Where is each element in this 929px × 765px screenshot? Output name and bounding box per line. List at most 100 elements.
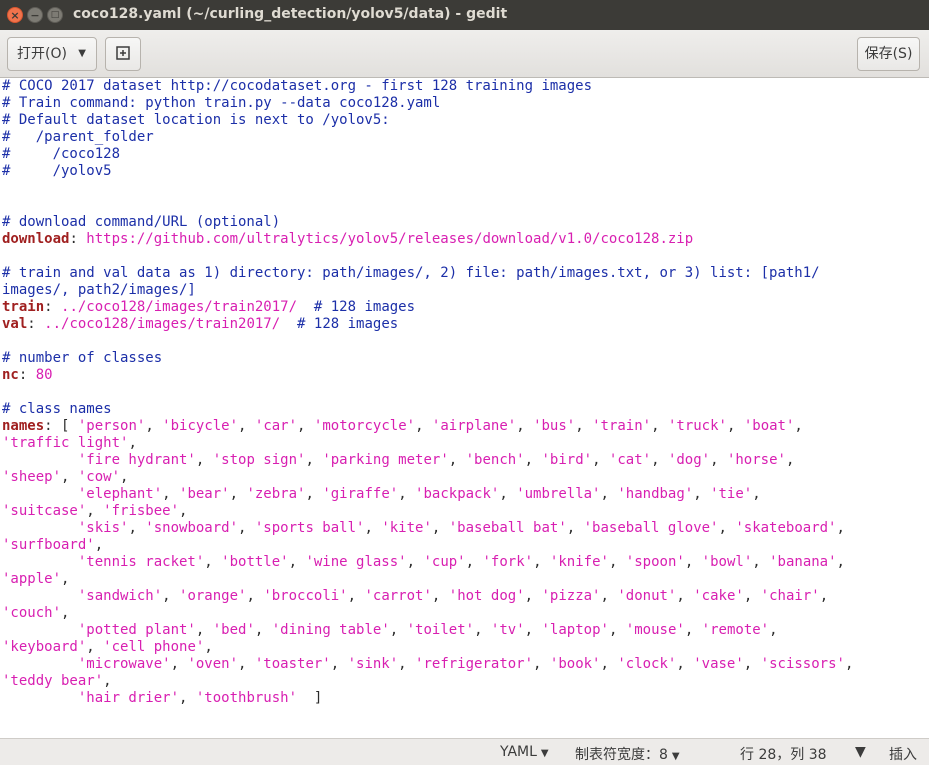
plain-token: ,	[238, 656, 255, 672]
string-token: 'car'	[254, 418, 298, 434]
plain-token: ,	[120, 469, 129, 485]
string-token: 'broccoli'	[263, 588, 348, 604]
string-token: 'cow'	[77, 469, 121, 485]
open-button-label: 打开(O)	[17, 46, 67, 62]
new-document-button[interactable]	[105, 37, 141, 71]
plain-token: ,	[204, 554, 222, 570]
plain-token: ,	[608, 554, 626, 570]
plain-token: ,	[600, 588, 618, 604]
plain-token: ,	[94, 537, 104, 553]
code-line: 'sheep', 'cow',	[2, 469, 929, 486]
string-token: 'bench'	[465, 452, 525, 468]
position-menu-chevron-icon[interactable]: ▼	[855, 744, 866, 760]
plain-token: ,	[305, 486, 323, 502]
comment-token: # /yolov5	[2, 163, 112, 179]
maximize-window-button[interactable]: □	[47, 7, 63, 23]
minimize-window-button[interactable]: −	[27, 7, 43, 23]
code-line: 'sandwich', 'orange', 'broccoli', 'carro…	[2, 588, 929, 605]
plain-token: ,	[524, 452, 542, 468]
save-button[interactable]: 保存(S)	[857, 37, 920, 71]
tab-width-selector[interactable]: 制表符宽度：8 ▼	[575, 744, 680, 764]
string-token: 'microwave'	[77, 656, 171, 672]
plain-token: ,	[179, 503, 188, 519]
string-token: 'dining table'	[271, 622, 390, 638]
string-token: 'bowl'	[701, 554, 753, 570]
plain-token: ,	[254, 622, 272, 638]
code-line: # Default dataset location is next to /y…	[2, 112, 929, 129]
comment-token: # 128 images	[297, 316, 399, 332]
string-token: 'skis'	[77, 520, 129, 536]
language-selector[interactable]: YAML ▼	[500, 744, 549, 760]
plain-token: ,	[448, 452, 466, 468]
code-line: # class names	[2, 401, 929, 418]
cursor-position: 行 28，列 38	[740, 747, 827, 763]
string-token: 'parking meter'	[322, 452, 449, 468]
new-document-icon	[116, 46, 130, 60]
plain-token: ,	[533, 554, 550, 570]
plain-token: ,	[684, 554, 702, 570]
plain-token: ,	[693, 486, 711, 502]
string-token: 'sandwich'	[77, 588, 163, 604]
plain-token: ,	[676, 588, 694, 604]
comment-token: # number of classes	[2, 350, 163, 366]
comment-token: # /parent_folder	[2, 129, 154, 145]
plain-token: :	[69, 231, 87, 247]
string-token: 'hot dog'	[448, 588, 525, 604]
string-token: 'spoon'	[625, 554, 685, 570]
close-window-button[interactable]: ×	[7, 7, 23, 23]
text-editor[interactable]: # COCO 2017 dataset http://cocodataset.o…	[0, 78, 929, 738]
comment-token: # download command/URL (optional)	[2, 214, 281, 230]
plain-token: ,	[726, 418, 744, 434]
string-token: 'bird'	[541, 452, 593, 468]
code-line: 'hair drier', 'toothbrush' ]	[2, 690, 929, 707]
plain-token: ,	[179, 690, 196, 706]
string-token: ../coco128/images/train2017/	[44, 316, 281, 332]
code-line: 'microwave', 'oven', 'toaster', 'sink', …	[2, 656, 929, 673]
code-line: # number of classes	[2, 350, 929, 367]
plain-token: ,	[61, 605, 70, 621]
code-line: 'suitcase', 'frisbee',	[2, 503, 929, 520]
code-content[interactable]: # COCO 2017 dataset http://cocodataset.o…	[0, 78, 929, 707]
window-title: coco128.yaml (~/curling_detection/yolov5…	[73, 6, 508, 22]
open-button[interactable]: 打开(O) ▼	[7, 37, 97, 71]
plain-token: ,	[785, 452, 795, 468]
string-token: 'carrot'	[364, 588, 432, 604]
comment-token: # 128 images	[313, 299, 416, 315]
string-token: 'frisbee'	[103, 503, 180, 519]
code-line: # download command/URL (optional)	[2, 214, 929, 231]
plain-token: ,	[406, 554, 424, 570]
chevron-down-icon: ▼	[78, 48, 86, 59]
code-line: # COCO 2017 dataset http://cocodataset.o…	[2, 78, 929, 95]
plain-token: ,	[238, 520, 255, 536]
string-token: 'mouse'	[625, 622, 685, 638]
plain-token: ,	[162, 588, 180, 604]
code-line: names: [ 'person', 'bicycle', 'car', 'mo…	[2, 418, 929, 435]
string-token: 'wine glass'	[305, 554, 407, 570]
comment-token: images/, path2/images/]	[2, 282, 196, 298]
string-token: https://github.com/ultralytics/yolov5/re…	[86, 231, 694, 247]
plain-token: ,	[398, 656, 416, 672]
string-token: 'train'	[592, 418, 652, 434]
string-token: ../coco128/images/train2017/	[61, 299, 298, 315]
plain-token: ,	[103, 673, 112, 689]
string-token: 'bed'	[212, 622, 255, 638]
plain-token: ,	[246, 588, 264, 604]
plain-token: ,	[836, 520, 845, 536]
chevron-down-icon: ▼	[671, 751, 680, 762]
string-token: 80	[35, 367, 53, 383]
string-token: 'sports ball'	[254, 520, 365, 536]
string-token: 'bus'	[533, 418, 576, 434]
code-line: 'apple',	[2, 571, 929, 588]
plain-token: ,	[710, 452, 727, 468]
string-token: 'laptop'	[541, 622, 609, 638]
code-line: # /coco128	[2, 146, 929, 163]
plain-token: ,	[524, 588, 542, 604]
string-token: 'baseball glove'	[583, 520, 719, 536]
